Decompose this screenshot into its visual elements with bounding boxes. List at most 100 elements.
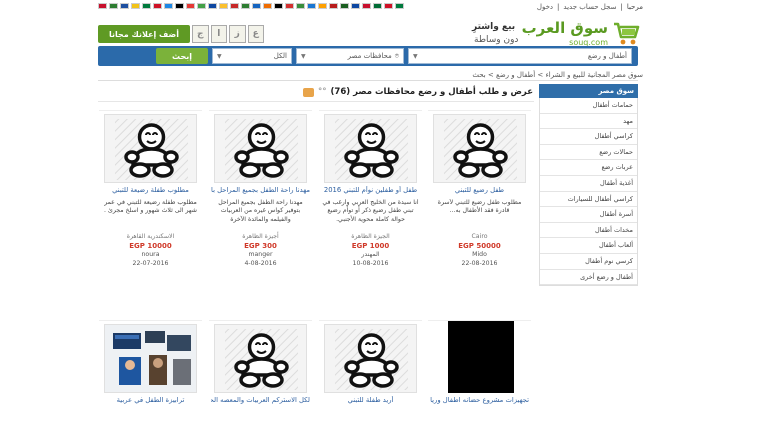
sidebar-item[interactable]: مهد [540, 114, 637, 130]
country-flag-icon[interactable] [197, 3, 206, 9]
mini-logo-letter: ز [229, 25, 246, 43]
country-flag-icon[interactable] [351, 3, 360, 9]
country-flag-icon[interactable] [395, 3, 404, 9]
listing-card[interactable]: طفل أو طفلين نوأم للتبني 2016 أنا سيدة من… [319, 110, 422, 300]
listing-image[interactable] [214, 114, 307, 183]
sidebar-item[interactable]: مخدات أطفال [540, 223, 637, 239]
listing-card[interactable]: طفل رضيع للتبني مطلوب طفل رضيع للتبني لأس… [428, 110, 531, 300]
country-flag-icon[interactable] [274, 3, 283, 9]
listing-title[interactable]: أريد طفلة للتبني [321, 396, 420, 404]
greeting-text: مرحبا [626, 3, 643, 11]
search-bar: إبحث الكل ▼ ⌾ محافظات مصر ▼ أطفال و رضع … [98, 46, 638, 66]
all-select[interactable]: الكل ▼ [212, 48, 292, 64]
listing-user[interactable]: noura [101, 251, 200, 258]
listing-image[interactable] [214, 324, 307, 393]
all-select-value: الكل [273, 52, 287, 60]
baby-seat-photo [105, 325, 196, 392]
country-flag-icon[interactable] [252, 3, 261, 9]
sidebar-item[interactable]: كرسي نوم أطفال [540, 254, 637, 270]
listing-description [321, 409, 420, 423]
country-flag-icon[interactable] [373, 3, 382, 9]
country-flag-icon[interactable] [285, 3, 294, 9]
listing-card[interactable]: ترابيزة الطفل في عربية [99, 320, 202, 423]
country-flag-icon[interactable] [208, 3, 217, 9]
region-select-value: محافظات مصر [347, 52, 392, 60]
breadcrumb[interactable]: سوق مصر المجانية للبيع و الشراء > أطفال … [472, 71, 643, 79]
sidebar-item[interactable]: عربات رضع [540, 160, 637, 176]
country-flag-icon[interactable] [230, 3, 239, 9]
login-link[interactable]: دخول [537, 3, 553, 11]
listing-description [101, 409, 200, 423]
listing-title[interactable]: لكل الاستركم العربيات والمعصه الحتراية ا… [211, 396, 310, 404]
listing-image[interactable] [104, 324, 197, 393]
listing-image[interactable] [433, 114, 526, 183]
country-flag-icon[interactable] [318, 3, 327, 9]
listing-card[interactable]: لكل الاستركم العربيات والمعصه الحتراية ا… [209, 320, 312, 423]
sidebar-item[interactable]: أطفال و رضع أخرى [540, 270, 637, 286]
country-flag-icon[interactable] [153, 3, 162, 9]
baby-placeholder-icon [444, 119, 517, 180]
country-flag-icon[interactable] [175, 3, 184, 9]
top-bar: مرحبا | سجل حساب جديد | دخول [0, 0, 767, 14]
listing-user[interactable]: المهندر [321, 251, 420, 258]
listing-description: مطلوب طفل رضيع للتبني لأسرة قادرة فقد ال… [437, 199, 522, 215]
sidebar-item[interactable]: حمالات رضع [540, 145, 637, 161]
mini-logo-letter: ا [210, 25, 227, 43]
listing-title[interactable]: تجهيزات مشروع حضانه اطفال ورياض الاطفال [430, 396, 529, 404]
sidebar-item[interactable]: كراسي أطفال للسيارات [540, 192, 637, 208]
listing-card[interactable]: مهدنا راحة الطفل بجميع المراحل بانوراميه… [209, 110, 312, 300]
baby-placeholder-icon [225, 119, 298, 180]
country-flag-icon[interactable] [340, 3, 349, 9]
country-flag-icon[interactable] [263, 3, 272, 9]
country-flag-icon[interactable] [186, 3, 195, 9]
country-flag-icon[interactable] [307, 3, 316, 9]
country-flag-icon[interactable] [164, 3, 173, 9]
listing-image[interactable] [324, 114, 417, 183]
country-flag-icon[interactable] [98, 3, 107, 9]
sidebar-item[interactable]: حمامات أطفال [540, 98, 637, 114]
region-select[interactable]: ⌾ محافظات مصر ▼ [296, 48, 404, 64]
country-flag-icon[interactable] [384, 3, 393, 9]
country-flag-icon[interactable] [296, 3, 305, 9]
user-links: مرحبا | سجل حساب جديد | دخول [536, 3, 643, 11]
listing-date: 22-08-2016 [461, 260, 498, 267]
country-flag-icon[interactable] [142, 3, 151, 9]
listing-user[interactable]: Mido [430, 251, 529, 258]
country-flag-icon[interactable] [241, 3, 250, 9]
country-flag-icon[interactable] [120, 3, 129, 9]
listing-image[interactable] [104, 114, 197, 183]
listing-title[interactable]: مطلوب طفلة رضيعة للتبني [101, 186, 200, 194]
listing-title[interactable]: طفل رضيع للتبني [430, 186, 529, 194]
listing-description [430, 409, 529, 423]
listing-card[interactable]: تجهيزات مشروع حضانه اطفال ورياض الاطفال [428, 320, 531, 423]
sidebar-header[interactable]: سوق مصر [539, 84, 638, 98]
listing-folder-icon [303, 87, 315, 97]
listing-card[interactable]: أريد طفلة للتبني [319, 320, 422, 423]
category-select[interactable]: أطفال و رضع ▼ [408, 48, 632, 64]
listing-title[interactable]: ترابيزة الطفل في عربية [101, 396, 200, 404]
listing-price: EGP 300 [244, 242, 277, 250]
sidebar-item[interactable]: أغذية أطفال [540, 176, 637, 192]
sidebar-item[interactable]: كراسي أطفال [540, 129, 637, 145]
post-ad-button[interactable]: أضف إعلانك مجانا [98, 25, 190, 43]
listing-location: أجيزة الظاهرة [242, 233, 279, 240]
country-flag-icon[interactable] [329, 3, 338, 9]
listing-user[interactable]: manger [211, 251, 310, 258]
listing-title[interactable]: مهدنا راحة الطفل بجميع المراحل بانوراميه… [211, 186, 310, 194]
listing-date: 10-08-2016 [352, 260, 389, 267]
chevron-down-icon: ▼ [217, 52, 222, 60]
search-button[interactable]: إبحث [156, 48, 208, 64]
country-flag-icon[interactable] [362, 3, 371, 9]
listing-image[interactable] [324, 324, 417, 393]
sidebar-item[interactable]: ألعاب أطفال [540, 238, 637, 254]
country-flag-icon[interactable] [219, 3, 228, 9]
listing-card[interactable]: مطلوب طفلة رضيعة للتبني مطلوب طفلة رضيعة … [99, 110, 202, 300]
sidebar-item[interactable]: أسرة أطفال [540, 207, 637, 223]
listing-location: Cairo [471, 233, 488, 240]
register-link[interactable]: سجل حساب جديد [563, 3, 616, 11]
country-flag-icon[interactable] [109, 3, 118, 9]
listing-image[interactable] [448, 321, 514, 393]
country-flag-icon[interactable] [131, 3, 140, 9]
listing-title[interactable]: طفل أو طفلين نوأم للتبني 2016 [321, 186, 420, 194]
brand-name: سوق العرب [521, 19, 608, 37]
